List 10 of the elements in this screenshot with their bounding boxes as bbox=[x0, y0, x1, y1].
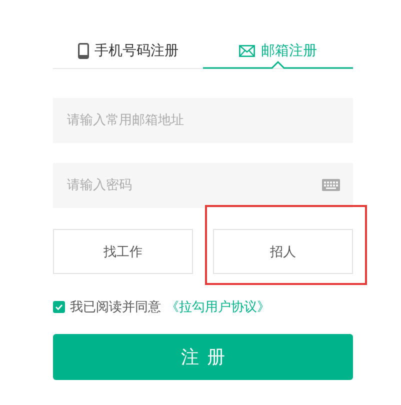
role-button[interactable]: 招人 bbox=[213, 229, 353, 274]
tab[interactable]: 手机号码注册 bbox=[53, 34, 203, 68]
role-button[interactable]: 找工作 bbox=[53, 229, 193, 274]
envelope-icon bbox=[239, 45, 255, 57]
password-field[interactable]: 请输入密码 bbox=[53, 163, 353, 208]
agreement-text: 我已阅读并同意 bbox=[70, 299, 161, 316]
email-field[interactable]: 请输入常用邮箱地址 bbox=[53, 98, 353, 143]
checkbox[interactable] bbox=[53, 301, 65, 313]
keyboard-icon[interactable] bbox=[322, 179, 340, 191]
phone-icon bbox=[78, 43, 88, 59]
